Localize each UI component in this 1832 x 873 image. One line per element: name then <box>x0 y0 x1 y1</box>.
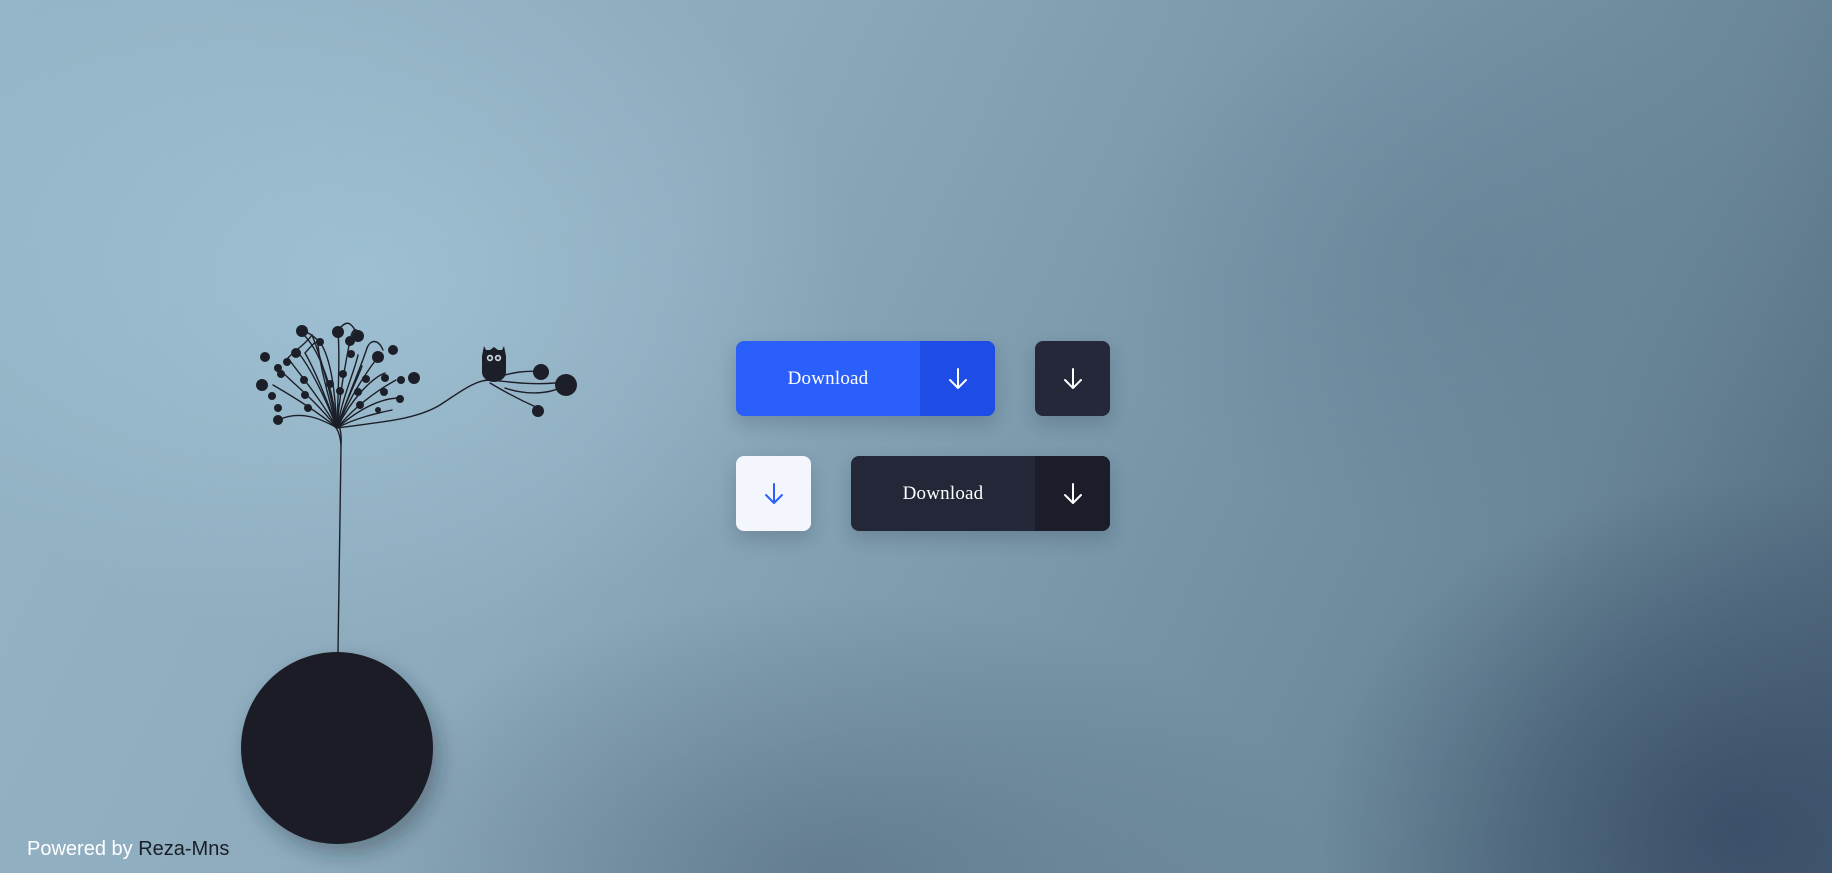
tree-illustration <box>241 322 577 844</box>
download-button-dark[interactable]: Download <box>851 456 1110 531</box>
arrow-down-icon <box>764 482 783 504</box>
download-button-blue-main[interactable]: Download <box>736 341 920 416</box>
download-button-blue-label: Download <box>787 367 869 389</box>
scene: Download Download Powered by Reza-Mns <box>0 0 1832 873</box>
credit-footer: Powered by Reza-Mns <box>27 838 229 861</box>
download-button-dark-label: Download <box>902 482 984 504</box>
tree-berries <box>256 325 577 425</box>
planet-ball <box>241 652 433 844</box>
credit-prefix: Powered by <box>27 838 133 860</box>
owl-icon <box>482 346 506 382</box>
arrow-down-icon <box>1063 482 1082 504</box>
download-button-blue[interactable]: Download <box>736 341 995 416</box>
download-icon-button-light[interactable] <box>736 456 811 531</box>
arrow-down-icon <box>948 367 967 389</box>
download-icon-button-dark[interactable] <box>1035 341 1110 416</box>
download-button-dark-main[interactable]: Download <box>851 456 1035 531</box>
download-button-blue-icon-area[interactable] <box>920 341 995 416</box>
credit-author-link[interactable]: Reza-Mns <box>138 838 229 860</box>
download-button-dark-icon-area[interactable] <box>1035 456 1110 531</box>
tree-branches <box>272 322 566 653</box>
arrow-down-icon <box>1063 367 1082 389</box>
